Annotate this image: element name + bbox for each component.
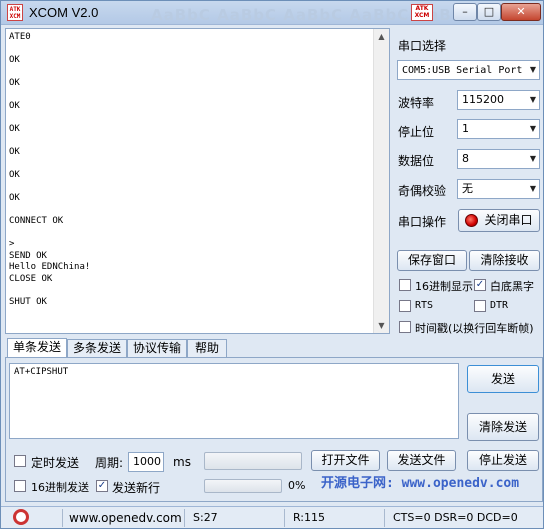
close-window-button[interactable]: ✕ [501, 3, 541, 21]
save-window-button[interactable]: 保存窗口 [397, 250, 467, 271]
send-newline-checkbox[interactable]: ✓ [96, 480, 108, 492]
status-website[interactable]: www.openedv.com [65, 509, 185, 527]
close-port-label: 关闭串口 [484, 213, 533, 227]
hex-send-label: 16进制发送 [31, 481, 89, 494]
status-bar: www.openedv.com S:27 R:115 CTS=0 DSR=0 D… [1, 506, 543, 528]
clear-receive-button[interactable]: 清除接收 [469, 250, 540, 271]
maximize-button[interactable]: □ [477, 3, 501, 21]
receive-text: ATE0 OK OK OK OK OK OK OK CONNECT OK > S… [9, 32, 91, 307]
data-bits-label: 数据位 [398, 154, 435, 168]
website-watermark: 开源电子网: www.openedv.com [321, 476, 520, 491]
baud-rate-select[interactable]: 115200 ▼ [457, 90, 540, 110]
data-bits-select[interactable]: 8 ▼ [457, 149, 540, 169]
parity-select[interactable]: 无 ▼ [457, 179, 540, 199]
tab-protocol[interactable]: 协议传输 [127, 339, 187, 358]
stop-send-button[interactable]: 停止发送 [467, 450, 539, 471]
send-progress-bar [204, 479, 282, 493]
timestamp-label: 时间戳(以换行回车断帧) [415, 322, 534, 335]
status-field [204, 452, 302, 470]
app-window: ATK XCM XCOM V2.0 AaBbC AaBbC AaBbC AaBb… [0, 0, 544, 529]
baud-rate-label: 波特率 [398, 96, 435, 110]
baud-rate-value: 115200 [462, 93, 504, 106]
status-received-count: R:115 [289, 509, 385, 527]
timestamp-checkbox[interactable] [399, 321, 411, 333]
brand-logo: ATK XCM [411, 4, 433, 21]
title-bar[interactable]: ATK XCM XCOM V2.0 AaBbC AaBbC AaBbC AaBb… [1, 1, 543, 25]
hex-display-label: 16进制显示 [415, 280, 473, 293]
receive-scrollbar[interactable]: ▲ ▼ [373, 29, 389, 333]
port-select[interactable]: COM5:USB Serial Port ▼ [397, 60, 540, 80]
rts-label: RTS [415, 300, 434, 311]
settings-gear-icon[interactable] [13, 509, 29, 525]
parity-label: 奇偶校验 [398, 184, 447, 198]
app-icon: ATK XCM [7, 4, 23, 21]
scroll-down-icon[interactable]: ▼ [374, 318, 389, 333]
progress-percent: 0% [288, 479, 306, 492]
minimize-button[interactable]: – [453, 3, 477, 21]
port-operation-label: 串口操作 [398, 215, 447, 229]
timed-send-label: 定时发送 [31, 456, 80, 470]
port-select-value: COM5:USB Serial Port [402, 65, 523, 76]
send-button[interactable]: 发送 [467, 365, 539, 393]
dtr-label: DTR [490, 300, 509, 311]
receive-textarea[interactable]: ATE0 OK OK OK OK OK OK OK CONNECT OK > S… [5, 28, 390, 334]
clear-send-button[interactable]: 清除发送 [467, 413, 539, 441]
send-newline-label: 发送新行 [112, 481, 161, 495]
status-led-icon [465, 214, 479, 227]
port-select-label: 串口选择 [398, 39, 447, 53]
send-textarea[interactable]: AT+CIPSHUT [9, 363, 459, 439]
chevron-down-icon: ▼ [529, 95, 536, 104]
stop-bits-value: 1 [462, 122, 469, 135]
white-black-label: 白底黑字 [490, 280, 534, 293]
send-file-button[interactable]: 发送文件 [387, 450, 456, 471]
status-signals: CTS=0 DSR=0 DCD=0 [393, 511, 518, 524]
timed-send-checkbox[interactable] [14, 455, 26, 467]
dtr-checkbox[interactable] [474, 300, 486, 312]
stop-bits-select[interactable]: 1 ▼ [457, 119, 540, 139]
chevron-down-icon: ▼ [529, 65, 536, 74]
send-text: AT+CIPSHUT [14, 367, 69, 377]
data-bits-value: 8 [462, 152, 469, 165]
window-title: XCOM V2.0 [29, 5, 99, 20]
period-unit: ms [173, 455, 191, 469]
status-separator [43, 509, 63, 527]
hex-send-checkbox[interactable] [14, 480, 26, 492]
period-input[interactable]: 1000 [128, 452, 164, 472]
status-sent-count: S:27 [189, 509, 285, 527]
open-file-button[interactable]: 打开文件 [311, 450, 380, 471]
period-label: 周期: [95, 456, 124, 470]
parity-value: 无 [462, 182, 473, 195]
hex-display-checkbox[interactable] [399, 279, 411, 291]
tab-help[interactable]: 帮助 [187, 339, 227, 358]
tab-multi-send[interactable]: 多条发送 [67, 339, 127, 358]
tab-single-send[interactable]: 单条发送 [7, 338, 67, 358]
close-port-button[interactable]: 关闭串口 [458, 209, 540, 232]
chevron-down-icon: ▼ [529, 154, 536, 163]
chevron-down-icon: ▼ [529, 184, 536, 193]
rts-checkbox[interactable] [399, 300, 411, 312]
stop-bits-label: 停止位 [398, 125, 435, 139]
chevron-down-icon: ▼ [529, 124, 536, 133]
scroll-up-icon[interactable]: ▲ [374, 29, 389, 44]
white-black-checkbox[interactable]: ✓ [474, 279, 486, 291]
